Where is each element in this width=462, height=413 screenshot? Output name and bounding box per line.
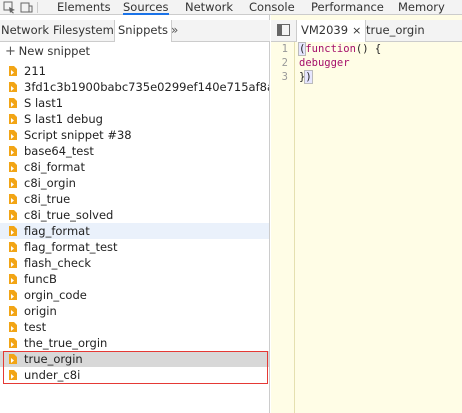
snippet-file-icon [9,82,17,92]
keyword: function [305,43,356,55]
snippet-item[interactable]: orgin_code [0,287,269,303]
snippet-label: base64_test [24,144,94,158]
snippet-file-icon [9,98,17,108]
snippet-item[interactable]: flag_format_test [0,239,269,255]
line-number: 1 [281,43,288,55]
snippet-label: flash_check [24,256,91,270]
nav-tab-filesystem[interactable]: Filesystem [53,20,114,41]
code-content[interactable]: (function() { debugger }) [297,42,382,84]
code-text: () { [355,43,382,55]
snippet-label: 3fd1c3b1900babc735e0299ef140e715af8a99d6 [24,80,269,94]
editor-tab-vm2039[interactable]: VM2039 × [296,20,367,42]
snippet-item[interactable]: test [0,319,269,335]
snippet-label: Script snippet #38 [24,128,132,142]
snippet-label: flag_format [24,224,90,238]
editor-tab-true-orgin[interactable]: true_orgin [366,20,425,41]
code-editor: VM2039 × true_orgin 1 2 3 (function() { d… [271,15,462,413]
toolbar-divider [37,2,38,13]
snippet-item[interactable]: origin [0,303,269,319]
inspect-element-icon[interactable] [3,1,16,14]
snippet-file-icon [9,178,17,188]
snippet-file-icon [9,226,17,236]
code-line: debugger [299,56,381,70]
snippet-file-icon [9,274,17,284]
plus-icon: + [5,44,16,59]
snippet-file-icon [9,194,17,204]
snippet-item[interactable]: 3fd1c3b1900babc735e0299ef140e715af8a99d6 [0,79,269,95]
sources-navigator: Network Filesystem Snippets » + New snip… [0,15,270,413]
snippet-item[interactable]: funcB [0,271,269,287]
snippet-label: S last1 debug [24,112,103,126]
snippet-label: c8i_true_solved [24,208,114,222]
snippet-file-icon [9,306,17,316]
snippet-item[interactable]: base64_test [0,143,269,159]
snippet-label: under_c8i [24,368,81,382]
snippet-label: orgin_code [24,288,87,302]
snippet-file-icon [9,130,17,140]
snippet-file-icon [9,370,17,380]
snippet-item[interactable]: S last1 [0,95,269,111]
snippet-file-icon [9,66,17,76]
snippet-file-icon [9,322,17,332]
nav-tab-network[interactable]: Network [1,20,49,41]
snippet-item[interactable]: flash_check [0,255,269,271]
new-snippet-button[interactable]: + New snippet [0,42,269,61]
tab-performance[interactable]: Performance [311,0,384,15]
snippet-label: test [24,320,47,334]
new-snippet-label: New snippet [18,44,91,58]
more-tabs-chevron-icon[interactable]: » [171,20,178,41]
snippet-file-icon [9,162,17,172]
line-number: 3 [281,71,288,83]
snippet-item[interactable]: c8i_true [0,191,269,207]
snippet-file-icon [9,338,17,348]
line-number: 2 [281,57,288,69]
tab-memory[interactable]: Memory [398,0,445,15]
snippet-item[interactable]: the_true_orgin [0,335,269,351]
snippet-label: origin [24,304,57,318]
tab-console[interactable]: Console [249,0,295,15]
editor-tabs: VM2039 × true_orgin [271,20,462,42]
tab-elements[interactable]: Elements [57,0,111,15]
bracket-match: ) [304,70,313,84]
toggle-navigator-icon[interactable] [277,24,290,36]
code-line: (function() { [297,42,382,56]
close-tab-icon[interactable]: × [352,20,361,41]
nav-tab-snippets[interactable]: Snippets [114,20,172,42]
tab-sources[interactable]: Sources [123,0,169,15]
navigator-tabs: Network Filesystem Snippets » [0,20,270,42]
snippet-label: c8i_true [24,192,71,206]
snippet-item[interactable]: c8i_format [0,159,269,175]
snippet-file-icon [9,258,17,268]
snippet-item[interactable]: c8i_true_solved [0,207,269,223]
snippet-label: the_true_orgin [24,336,108,350]
snippet-file-icon [9,354,17,364]
snippet-item[interactable]: under_c8i [0,367,269,383]
snippet-file-icon [9,210,17,220]
snippet-list: 211 3fd1c3b1900babc735e0299ef140e715af8a9… [0,63,269,383]
snippet-file-icon [9,290,17,300]
keyword: debugger [299,57,350,69]
snippet-label: S last1 [24,96,64,110]
snippet-file-icon [9,114,17,124]
device-toolbar-icon[interactable] [20,1,33,14]
snippet-label: funcB [24,272,57,286]
snippet-label: true_orgin [24,352,83,366]
editor-tab-label: VM2039 [301,23,349,37]
snippet-file-icon [9,242,17,252]
snippet-label: 211 [24,64,46,78]
tab-network[interactable]: Network [185,0,233,15]
snippet-item[interactable]: c8i_orgin [0,175,269,191]
snippet-item[interactable]: 211 [0,63,269,79]
snippet-item[interactable]: flag_format [0,223,269,239]
code-line: }) [299,70,381,84]
snippet-label: c8i_format [24,160,85,174]
snippet-item[interactable]: Script snippet #38 [0,127,269,143]
snippet-file-icon [9,146,17,156]
snippet-item[interactable]: S last1 debug [0,111,269,127]
snippet-item[interactable]: true_orgin [0,351,269,367]
devtools-toolbar: Elements Sources Network Console Perform… [0,0,462,15]
snippet-label: flag_format_test [24,240,118,254]
snippet-label: c8i_orgin [24,176,76,190]
line-number-gutter: 1 2 3 [271,42,295,413]
